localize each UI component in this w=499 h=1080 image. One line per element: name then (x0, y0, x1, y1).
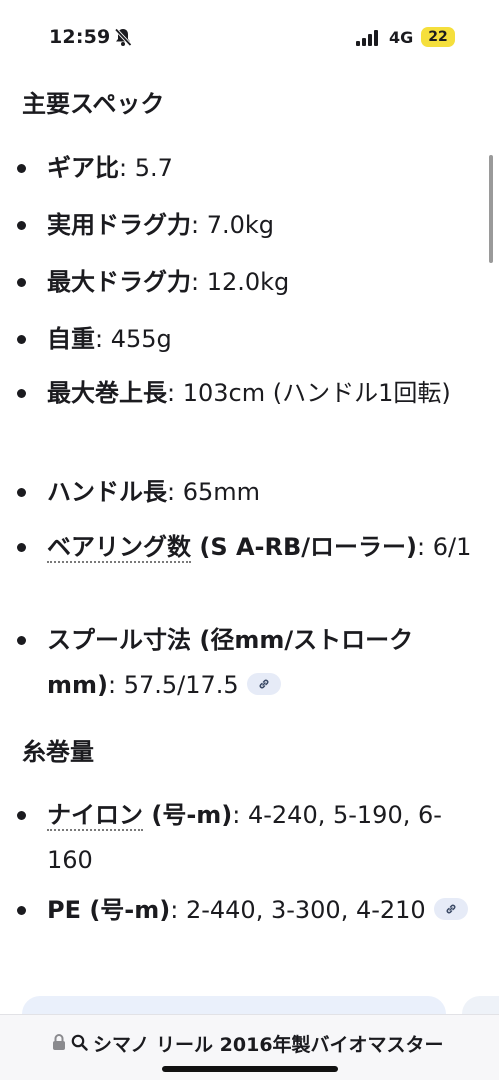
bullet (17, 221, 26, 230)
citation-link-button[interactable] (433, 898, 468, 920)
spec-text: ナイロン (号-m): 4-240, 5-190, 6-160 (47, 793, 477, 883)
home-indicator[interactable] (162, 1066, 338, 1072)
line-capacity-heading: 糸巻量 (22, 738, 94, 766)
bullet (17, 636, 26, 645)
spec-value: : 12.0kg (191, 268, 290, 296)
bullet (17, 335, 26, 344)
spec-value: : 103cm (ハンドル1回転) (167, 379, 451, 407)
lock-icon (52, 1033, 66, 1051)
spec-label: ハンドル長 (47, 478, 167, 506)
bullet (17, 488, 26, 497)
spec-label: PE (号-m) (47, 896, 171, 924)
bell-slash-icon (113, 27, 133, 47)
status-bar: 12:59 4G 22 (0, 0, 499, 72)
bearing-count-link[interactable]: ベアリング数 (47, 533, 191, 563)
spec-value: : 65mm (167, 478, 261, 506)
spec-text: ベアリング数 (S A-RB/ローラー): 6/1 (47, 525, 477, 570)
spec-label: ギア比 (47, 154, 119, 182)
bullet (17, 906, 26, 915)
bullet (17, 811, 26, 820)
address-query[interactable]: シマノ リール 2016年製バイオマスター (93, 1030, 448, 1057)
spec-text: ギア比: 5.7 (47, 146, 477, 191)
status-time: 12:59 (49, 26, 111, 48)
spec-label: 実用ドラグ力 (47, 211, 191, 239)
citation-link-button[interactable] (246, 673, 281, 695)
spec-text: ハンドル長: 65mm (47, 470, 477, 515)
main-specs-heading: 主要スペック (22, 90, 165, 118)
spec-label: 自重 (47, 325, 95, 353)
spec-value: : 57.5/17.5 (107, 671, 239, 699)
bullet (17, 164, 26, 173)
spec-text: 最大巻上長: 103cm (ハンドル1回転) (47, 371, 472, 416)
spec-value: : 455g (95, 325, 172, 353)
spec-text: 実用ドラグ力: 7.0kg (47, 203, 477, 248)
link-icon (259, 679, 269, 689)
spec-value: : 5.7 (119, 154, 173, 182)
spec-label: 最大ドラグ力 (47, 268, 191, 296)
spec-text: スプール寸法 (径mm/ストロークmm): 57.5/17.5 (47, 618, 477, 708)
spec-value: : 7.0kg (191, 211, 275, 239)
nylon-link[interactable]: ナイロン (47, 801, 143, 831)
bullet (17, 278, 26, 287)
battery-badge: 22 (421, 27, 455, 47)
signal-icon (356, 30, 382, 46)
network-label: 4G (389, 28, 414, 47)
spec-label: 最大巻上長 (47, 379, 167, 407)
bullet (17, 389, 26, 398)
spec-text: 自重: 455g (47, 317, 477, 362)
spec-text: PE (号-m): 2-440, 3-300, 4-210 (47, 888, 477, 933)
link-icon (446, 904, 456, 914)
spec-label: (S A-RB/ローラー) (191, 533, 418, 561)
bullet (17, 543, 26, 552)
spec-value: : 2-440, 3-300, 4-210 (170, 896, 426, 924)
scrollbar-thumb[interactable] (489, 155, 493, 263)
spec-label: (号-m) (143, 801, 233, 829)
search-icon (71, 1034, 88, 1051)
spec-value: : 6/1 (417, 533, 472, 561)
spec-text: 最大ドラグ力: 12.0kg (47, 260, 477, 305)
